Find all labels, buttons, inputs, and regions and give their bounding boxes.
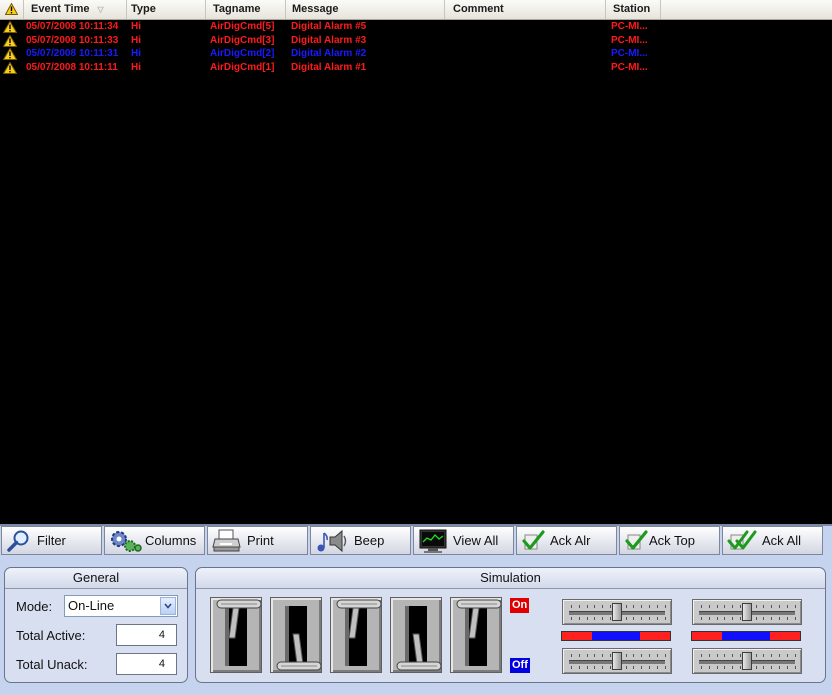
print-button[interactable]: Print (207, 526, 308, 555)
toggle-switch-5[interactable] (450, 597, 502, 673)
cell-station: PC-MI... (611, 48, 648, 59)
warning-icon (3, 61, 17, 74)
warning-icon (3, 21, 17, 33)
range-bar-left (561, 631, 671, 641)
table-row[interactable]: 05/07/2008 10:11:34 Hi AirDigCmd[5] Digital… (0, 20, 832, 34)
cell-comment (449, 20, 599, 34)
filter-button[interactable]: Filter (1, 526, 102, 555)
cell-comment (449, 34, 599, 48)
slider-left-bottom[interactable] (562, 648, 672, 674)
ack-all-label: Ack All (762, 533, 802, 548)
general-panel: General Mode: On-Line Total Active: 4 To… (4, 567, 188, 683)
ack-alr-label: Ack Alr (550, 533, 591, 548)
cell-comment (449, 61, 599, 75)
mode-value: On-Line (68, 598, 115, 613)
cell-type: Hi (131, 34, 141, 46)
double-checkmark-icon (727, 530, 757, 549)
range-bar-right (691, 631, 801, 641)
total-unack-label: Total Unack: (16, 657, 88, 672)
cell-station: PC-MI... (611, 21, 648, 32)
slider-thumb[interactable] (612, 652, 622, 670)
cell-type: Hi (131, 48, 141, 59)
toolbar: Filter Columns Print Beep View All Ack A… (0, 526, 832, 556)
header-comment[interactable]: Comment (445, 0, 606, 19)
slider-thumb[interactable] (742, 652, 752, 670)
cell-message: Digital Alarm #1 (291, 61, 367, 73)
off-indicator: Off (510, 658, 530, 673)
cell-time: 05/07/2008 10:11:33 (26, 34, 119, 46)
ack-alr-button[interactable]: Ack Alr (516, 526, 617, 555)
printer-icon (212, 529, 241, 551)
cell-station: PC-MI... (611, 34, 648, 46)
ack-top-label: Ack Top (649, 533, 696, 548)
slider-right-bottom[interactable] (692, 648, 802, 674)
slider-thumb[interactable] (742, 603, 752, 621)
slider-thumb[interactable] (612, 603, 622, 621)
columns-label: Columns (145, 533, 197, 548)
gears-icon (111, 530, 142, 552)
total-active-label: Total Active: (16, 628, 86, 643)
cell-station: PC-MI... (611, 61, 648, 73)
cell-comment (449, 47, 599, 61)
cell-message: Digital Alarm #3 (291, 34, 367, 46)
header-event-time-label: Event Time (31, 3, 90, 15)
header-type[interactable]: Type (127, 0, 206, 19)
simulation-title: Simulation (196, 568, 825, 589)
cell-time: 05/07/2008 10:11:31 (26, 48, 119, 59)
total-unack-field[interactable]: 4 (116, 653, 177, 675)
ack-top-button[interactable]: Ack Top (619, 526, 720, 555)
cell-tag: AirDigCmd[2] (210, 48, 275, 59)
toggle-switch-2[interactable] (270, 597, 322, 673)
warning-icon (3, 34, 17, 47)
cell-tag: AirDigCmd[5] (210, 21, 275, 32)
cell-tag: AirDigCmd[1] (210, 61, 275, 73)
beep-button[interactable]: Beep (310, 526, 411, 555)
cell-time: 05/07/2008 10:11:11 (26, 61, 118, 73)
cell-message: Digital Alarm #5 (291, 21, 367, 32)
slider-left-top[interactable] (562, 599, 672, 625)
beep-label: Beep (354, 533, 385, 548)
print-label: Print (247, 533, 274, 548)
checkmark-icon (522, 529, 545, 550)
header-warning-icon[interactable] (0, 0, 24, 19)
grid-header: Event Time ▽ Type Tagname Message Comment… (0, 0, 832, 20)
header-message[interactable]: Message (286, 0, 445, 19)
mode-select[interactable]: On-Line (64, 595, 178, 617)
cell-time: 05/07/2008 10:11:34 (26, 21, 119, 32)
slider-right-top[interactable] (692, 599, 802, 625)
filter-label: Filter (37, 533, 66, 548)
magnifier-icon (7, 530, 29, 552)
monitor-icon (419, 529, 447, 553)
header-station[interactable]: Station (606, 0, 661, 19)
cell-type: Hi (131, 21, 141, 32)
columns-button[interactable]: Columns (104, 526, 205, 555)
on-indicator: On (510, 598, 530, 613)
cell-message: Digital Alarm #2 (291, 48, 367, 59)
warning-icon (3, 48, 17, 60)
table-row[interactable]: 05/07/2008 10:11:31 Hi AirDigCmd[2] Digital… (0, 47, 832, 61)
view-all-label: View All (453, 533, 499, 548)
toggle-switch-4[interactable] (390, 597, 442, 673)
cell-tag: AirDigCmd[3] (210, 34, 275, 46)
cell-type: Hi (131, 61, 141, 73)
toggle-switch-1[interactable] (210, 597, 262, 673)
ack-all-button[interactable]: Ack All (722, 526, 823, 555)
view-all-button[interactable]: View All (413, 526, 514, 555)
mode-label: Mode: (16, 599, 53, 614)
table-row[interactable]: 05/07/2008 10:11:11 Hi AirDigCmd[1] Digital… (0, 61, 832, 75)
table-row[interactable]: 05/07/2008 10:11:33 Hi AirDigCmd[3] Digital… (0, 34, 832, 48)
general-title: General (5, 568, 187, 589)
alarm-grid[interactable]: Event Time ▽ Type Tagname Message Comment… (0, 0, 832, 526)
chevron-down-icon[interactable] (160, 597, 176, 615)
checkmark-icon (625, 529, 648, 550)
header-event-time[interactable]: Event Time ▽ (24, 0, 127, 19)
total-active-field[interactable]: 4 (116, 624, 177, 646)
speaker-icon (317, 529, 347, 552)
sort-down-icon: ▽ (97, 5, 104, 14)
header-tagname[interactable]: Tagname (206, 0, 286, 19)
toggle-switch-3[interactable] (330, 597, 382, 673)
